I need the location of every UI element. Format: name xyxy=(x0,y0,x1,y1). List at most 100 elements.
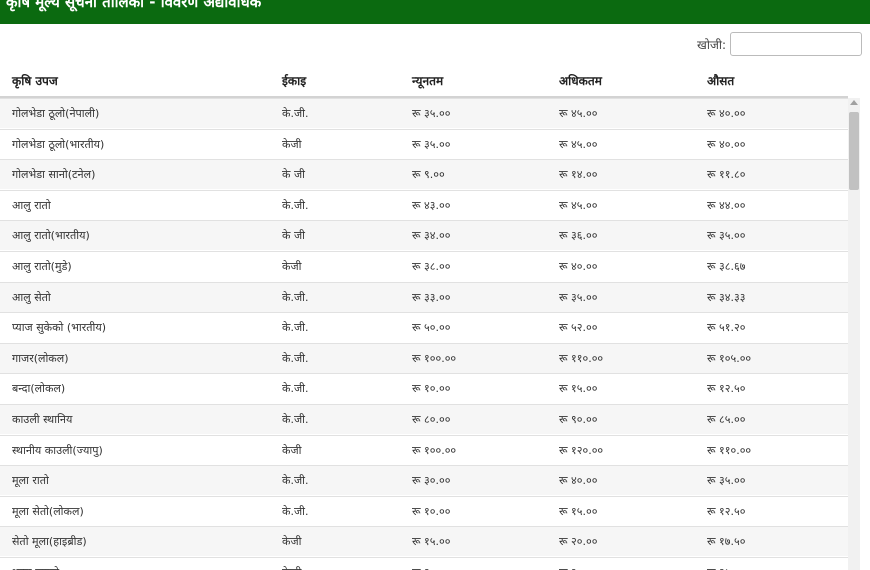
cell-maximum: रू २०.०० xyxy=(559,535,598,549)
cell-commodity: मूला रातो xyxy=(12,474,49,488)
table-row: भन्टा लाम्चो केजी रू २०.०० रू ३०.०० रू २५.०० xyxy=(0,557,848,570)
cell-commodity: आलु रातो(मुडे) xyxy=(12,260,72,273)
header-average[interactable]: औसत xyxy=(707,72,734,89)
cell-minimum: रू ३८.०० xyxy=(412,260,451,273)
table-row: आलु रातो(भारतीय) के जी रू ३४.०० रू ३६.०० रू … xyxy=(0,220,848,251)
cell-minimum: रू ३५.०० xyxy=(412,107,451,120)
cell-unit: के जी xyxy=(282,168,305,182)
cell-maximum: रू १४.०० xyxy=(559,168,598,182)
cell-minimum: रू ५०.०० xyxy=(412,321,451,335)
cell-unit: के.जी. xyxy=(282,290,309,304)
cell-commodity: प्याज सुकेको (भारतीय) xyxy=(12,321,107,335)
banner-title: कृषि मूल्य सूचना तालिका - विवरण अद्यावधि… xyxy=(6,0,262,11)
cell-minimum: रू १०.०० xyxy=(412,382,451,396)
table-row: स्थानीय काउली(ज्यापु) केजी रू १००.०० रू १२०… xyxy=(0,434,848,465)
header-commodity[interactable]: कृषि उपज xyxy=(12,72,58,89)
cell-commodity: मूला सेतो(लोकल) xyxy=(12,504,84,518)
cell-average: रू ४४.०० xyxy=(707,198,746,212)
cell-commodity: गोलभेडा ठूलो(नेपाली) xyxy=(12,107,100,120)
cell-commodity: आलु सेतो xyxy=(12,290,51,304)
cell-maximum: रू ४५.०० xyxy=(559,198,598,212)
cell-average: रू २५.०० xyxy=(707,565,745,570)
table-scrollbar[interactable] xyxy=(848,98,860,570)
cell-minimum: रू १०.०० xyxy=(412,504,451,518)
table-row: आलु रातो के.जी. रू ४३.०० रू ४५.०० रू ४४.०० xyxy=(0,189,848,220)
cell-maximum: रू ४०.०० xyxy=(559,474,598,488)
cell-unit: के.जी. xyxy=(282,474,309,488)
cell-minimum: रू ४३.०० xyxy=(412,198,451,212)
cell-maximum: रू ९०.०० xyxy=(559,413,598,426)
cell-average: रू १७.५० xyxy=(707,535,746,549)
cell-minimum: रू १५.०० xyxy=(412,535,451,549)
cell-average: रू १२.५० xyxy=(707,382,746,396)
cell-commodity: गोलभेडा ठूलो(भारतीय) xyxy=(12,137,105,151)
cell-unit: के.जी. xyxy=(282,382,309,396)
cell-unit: के.जी. xyxy=(282,413,309,426)
header-maximum[interactable]: अधिकतम xyxy=(559,72,602,89)
table-row: प्याज सुकेको (भारतीय) के.जी. रू ५०.०० रू ५२… xyxy=(0,312,848,342)
cell-commodity: गोलभेडा सानो(टनेल) xyxy=(12,168,96,182)
table-row: गाजर(लोकल) के.जी. रू १००.०० रू ११०.०० रू १०५… xyxy=(0,342,848,373)
price-table: कृषि उपज ईकाइ न्यूनतम अधिकतम औसत गोलभेडा… xyxy=(0,64,848,570)
cell-minimum: रू ३३.०० xyxy=(412,290,451,304)
table-row: बन्दा(लोकल) के.जी. रू १०.०० रू १५.०० रू १२.५… xyxy=(0,373,848,403)
cell-unit: केजी xyxy=(282,565,301,570)
table-row: आलु सेतो के.जी. रू ३३.०० रू ३५.०० रू ३४.३३ xyxy=(0,281,848,312)
cell-maximum: रू ११०.०० xyxy=(559,351,604,365)
cell-minimum: रू ८०.०० xyxy=(412,413,451,426)
table-row: आलु रातो(मुडे) केजी रू ३८.०० रू ४०.०० रू ३८.… xyxy=(0,251,848,281)
cell-average: रू ३८.६७ xyxy=(707,260,746,273)
cell-maximum: रू ४५.०० xyxy=(559,137,598,151)
scroll-up-arrow-icon[interactable] xyxy=(850,100,858,105)
search-area: खोजी: xyxy=(697,32,862,56)
cell-minimum: रू ३५.०० xyxy=(412,137,451,151)
search-input[interactable] xyxy=(730,32,862,56)
cell-commodity: काउली स्थानिय xyxy=(12,413,73,426)
table-row: सेतो मूला(हाइब्रीड) केजी रू १५.०० रू २०.०० र… xyxy=(0,526,848,557)
cell-average: रू ३४.३३ xyxy=(707,290,746,304)
table-header: कृषि उपज ईकाइ न्यूनतम अधिकतम औसत xyxy=(0,64,848,98)
cell-commodity: बन्दा(लोकल) xyxy=(12,382,66,396)
cell-average: रू ११.८० xyxy=(707,168,746,182)
cell-commodity: स्थानीय काउली(ज्यापु) xyxy=(12,443,103,457)
scroll-thumb[interactable] xyxy=(849,112,859,190)
cell-average: रू ३५.०० xyxy=(707,474,746,488)
cell-average: रू १०५.०० xyxy=(707,351,752,365)
cell-average: रू ८५.०० xyxy=(707,413,746,426)
cell-average: रू १२.५० xyxy=(707,504,746,518)
cell-unit: केजी xyxy=(282,443,302,457)
table-row: काउली स्थानिय के.जी. रू ८०.०० रू ९०.०० रू ८५… xyxy=(0,404,848,434)
cell-maximum: रू ३५.०० xyxy=(559,290,598,304)
cell-unit: केजी xyxy=(282,137,302,151)
cell-unit: के.जी. xyxy=(282,321,309,335)
cell-unit: के.जी. xyxy=(282,107,309,120)
header-unit[interactable]: ईकाइ xyxy=(282,72,306,89)
cell-unit: के जी xyxy=(282,229,305,243)
table-row: गोलभेडा सानो(टनेल) के जी रू ९.०० रू १४.०० रू… xyxy=(0,159,848,190)
cell-commodity: गाजर(लोकल) xyxy=(12,351,69,365)
table-row: मूला सेतो(लोकल) के.जी. रू १०.०० रू १५.०० रू … xyxy=(0,495,848,526)
header-minimum[interactable]: न्यूनतम xyxy=(412,72,443,89)
cell-average: रू ५१.२० xyxy=(707,321,746,335)
cell-minimum: रू २०.०० xyxy=(412,565,450,570)
cell-unit: के.जी. xyxy=(282,198,309,212)
search-label: खोजी: xyxy=(697,37,726,52)
cell-minimum: रू ३०.०० xyxy=(412,474,451,488)
cell-maximum: रू १२०.०० xyxy=(559,443,604,457)
cell-average: रू ११०.०० xyxy=(707,443,752,457)
table-row: गोलभेडा ठूलो(नेपाली) के.जी. रू ३५.०० रू ४५.… xyxy=(0,98,848,128)
cell-minimum: रू ९.०० xyxy=(412,168,445,182)
cell-maximum: रू १५.०० xyxy=(559,382,598,396)
cell-minimum: रू १००.०० xyxy=(412,443,457,457)
cell-commodity: आलु रातो xyxy=(12,198,51,212)
cell-unit: के.जी. xyxy=(282,351,309,365)
top-banner: कृषि मूल्य सूचना तालिका - विवरण अद्यावधि… xyxy=(0,0,870,24)
cell-minimum: रू ३४.०० xyxy=(412,229,451,243)
cell-commodity: आलु रातो(भारतीय) xyxy=(12,229,90,243)
cell-commodity: सेतो मूला(हाइब्रीड) xyxy=(12,535,87,549)
cell-average: रू ४०.०० xyxy=(707,107,746,120)
cell-average: रू ३५.०० xyxy=(707,229,746,243)
cell-commodity: भन्टा लाम्चो xyxy=(12,565,59,570)
cell-maximum: रू १५.०० xyxy=(559,504,598,518)
cell-maximum: रू ४०.०० xyxy=(559,260,598,273)
